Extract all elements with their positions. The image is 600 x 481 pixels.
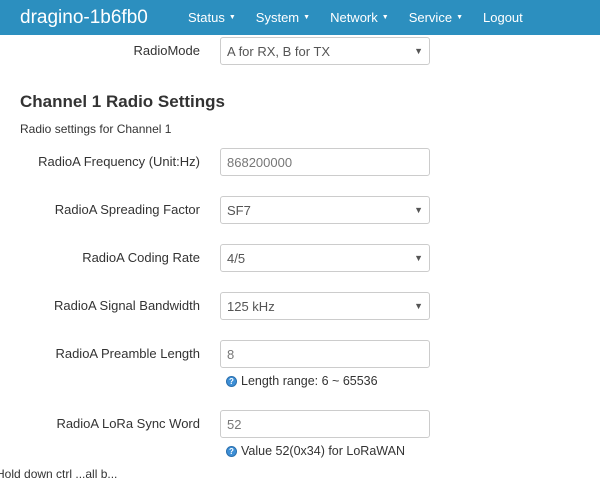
radio-mode-select[interactable]: A for RX, B for TX ▼ bbox=[220, 37, 430, 65]
chevron-down-icon: ▼ bbox=[414, 46, 423, 56]
chevron-down-icon: ▼ bbox=[414, 301, 423, 311]
frequency-input[interactable]: 868200000 bbox=[220, 148, 430, 176]
preamble-hint: ? Length range: 6 ~ 65536 bbox=[226, 374, 378, 388]
sync-word-hint: ? Value 52(0x34) for LoRaWAN bbox=[226, 444, 405, 458]
caret-down-icon: ▼ bbox=[228, 14, 236, 21]
nav-network-label: Network bbox=[330, 10, 378, 25]
nav-service-menu[interactable]: Service ▼ bbox=[399, 0, 473, 35]
nav-service-label: Service bbox=[408, 10, 453, 25]
spreading-factor-label: RadioA Spreading Factor bbox=[54, 202, 200, 217]
caret-down-icon: ▼ bbox=[303, 14, 311, 21]
brand-title[interactable]: dragino-1b6fb0 bbox=[20, 7, 178, 29]
chevron-down-icon: ▼ bbox=[414, 253, 423, 263]
nav-logout-link[interactable]: Logout bbox=[473, 0, 533, 35]
spreading-factor-value: SF7 bbox=[227, 202, 251, 218]
caret-down-icon: ▼ bbox=[456, 14, 463, 21]
info-icon: ? bbox=[226, 375, 237, 387]
nav-menu: Status ▼ System ▼ Network ▼ Service ▼ Logout bbox=[178, 0, 533, 35]
chevron-down-icon: ▼ bbox=[414, 205, 423, 215]
frequency-value: 868200000 bbox=[227, 154, 293, 170]
sync-word-hint-text: Value 52(0x34) for LoRaWAN bbox=[241, 444, 405, 458]
sync-word-value: 52 bbox=[227, 416, 242, 432]
preamble-label: RadioA Preamble Length bbox=[55, 346, 200, 361]
coding-rate-label: RadioA Coding Rate bbox=[82, 250, 200, 265]
top-navbar: dragino-1b6fb0 Status ▼ System ▼ Network ▼ … bbox=[0, 0, 600, 35]
bandwidth-select[interactable]: 125 kHz ▼ bbox=[220, 292, 430, 320]
nav-network-menu[interactable]: Network ▼ bbox=[320, 0, 399, 35]
coding-rate-select[interactable]: 4/5 ▼ bbox=[220, 244, 430, 272]
nav-system-label: System bbox=[255, 10, 300, 25]
info-icon: ? bbox=[226, 445, 237, 457]
sync-word-input[interactable]: 52 bbox=[220, 410, 430, 438]
nav-status-menu[interactable]: Status ▼ bbox=[178, 0, 246, 35]
radio-mode-value: A for RX, B for TX bbox=[227, 43, 331, 59]
radio-mode-label: RadioMode bbox=[133, 43, 201, 58]
section-description: Radio settings for Channel 1 bbox=[20, 122, 172, 136]
bandwidth-value: 125 kHz bbox=[227, 298, 275, 314]
section-title: Channel 1 Radio Settings bbox=[20, 92, 225, 111]
nav-logout-label: Logout bbox=[483, 10, 523, 25]
preamble-value: 8 bbox=[227, 346, 235, 362]
preamble-input[interactable]: 8 bbox=[220, 340, 430, 368]
coding-rate-value: 4/5 bbox=[227, 250, 246, 266]
frequency-label: RadioA Frequency (Unit:Hz) bbox=[38, 154, 200, 169]
spreading-factor-select[interactable]: SF7 ▼ bbox=[220, 196, 430, 224]
caret-down-icon: ▼ bbox=[381, 14, 389, 21]
nav-system-menu[interactable]: System ▼ bbox=[246, 0, 320, 35]
sync-word-label: RadioA LoRa Sync Word bbox=[56, 416, 200, 431]
bandwidth-label: RadioA Signal Bandwidth bbox=[54, 298, 200, 313]
bottom-partial-text: Hold down ctrl ...all b... bbox=[0, 467, 118, 481]
nav-status-label: Status bbox=[188, 10, 225, 25]
preamble-hint-text: Length range: 6 ~ 65536 bbox=[241, 374, 378, 388]
